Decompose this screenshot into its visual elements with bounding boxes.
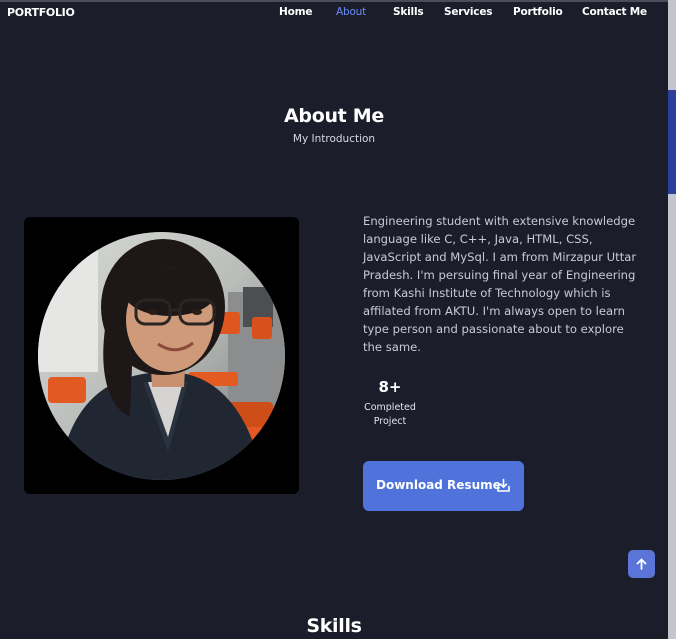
scroll-to-top-button[interactable] <box>628 550 655 578</box>
about-section-subtitle: My Introduction <box>292 133 376 145</box>
nav-skills[interactable]: Skills <box>393 6 424 18</box>
nav-contact-me[interactable]: Contact Me <box>582 6 647 18</box>
portfolio-page: PORTFOLIO Home About Skills Services Por… <box>0 0 676 639</box>
nav-home[interactable]: Home <box>279 6 312 18</box>
download-resume-button[interactable]: Download Resume <box>363 461 524 511</box>
profile-photo-frame <box>24 217 299 494</box>
projects-count-label: Completed Project <box>364 402 416 427</box>
nav-portfolio[interactable]: Portfolio <box>513 6 563 18</box>
about-section-title: About Me <box>284 105 384 127</box>
scrollbar-thumb[interactable] <box>668 90 676 194</box>
projects-count: 8+ <box>378 378 402 396</box>
nav-services[interactable]: Services <box>444 6 493 18</box>
profile-photo <box>38 232 285 480</box>
site-header: PORTFOLIO Home About Skills Services Por… <box>0 2 668 24</box>
download-icon <box>496 478 511 493</box>
download-resume-label: Download Resume <box>376 478 501 492</box>
skills-section-title: Skills <box>306 615 362 637</box>
arrow-up-icon <box>636 558 647 570</box>
main-nav: Home About Skills Services Portfolio Con… <box>0 6 668 22</box>
about-bio: Engineering student with extensive knowl… <box>363 213 637 354</box>
nav-about[interactable]: About <box>336 6 366 18</box>
